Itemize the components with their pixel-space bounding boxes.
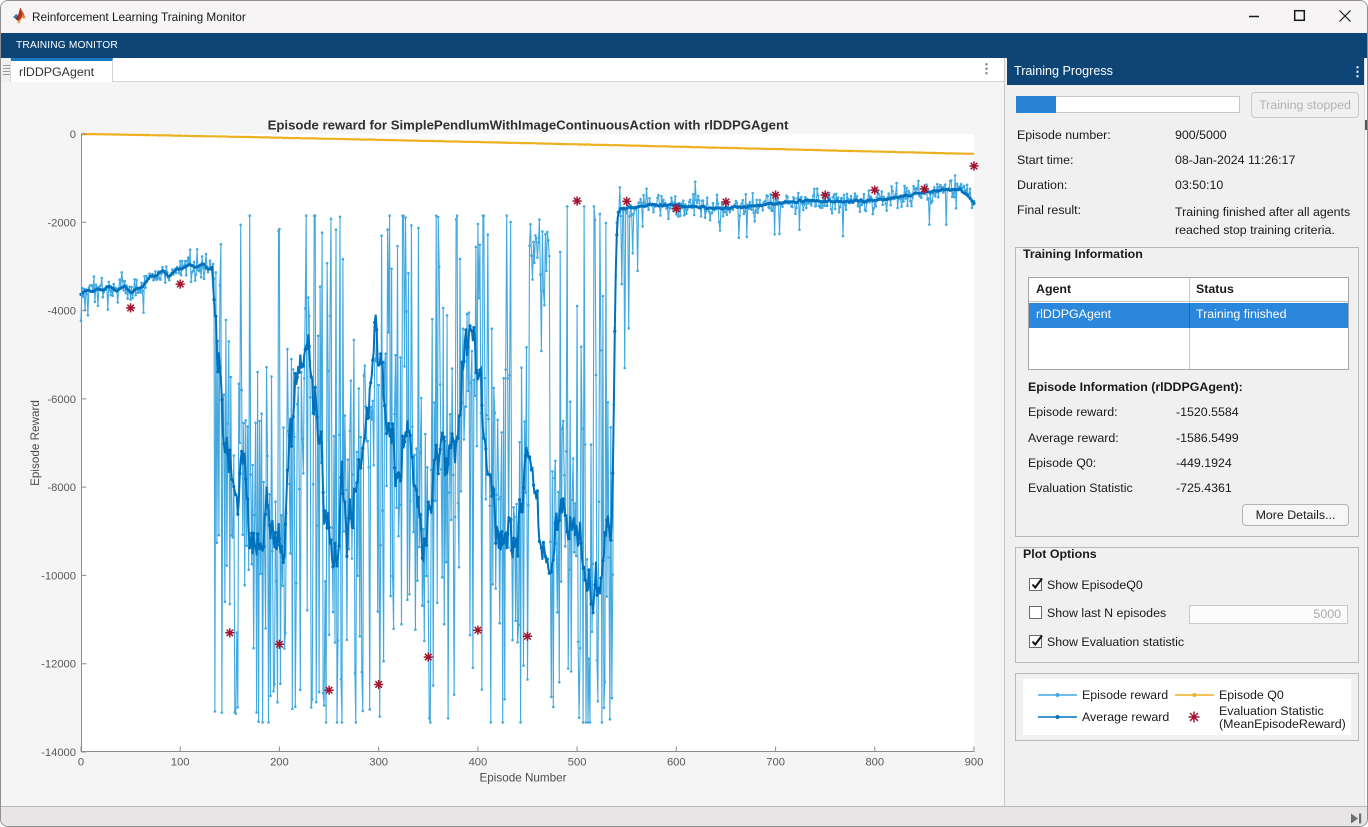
svg-text:(MeanEpisodeReward): (MeanEpisodeReward) bbox=[1219, 717, 1346, 731]
svg-text:900: 900 bbox=[965, 757, 984, 769]
svg-text:Evaluation Statistic: Evaluation Statistic bbox=[1219, 704, 1324, 718]
svg-text:500: 500 bbox=[568, 757, 587, 769]
svg-text:Episode Q0: Episode Q0 bbox=[1219, 688, 1284, 702]
svg-text:-6000: -6000 bbox=[47, 394, 76, 406]
svg-text:600: 600 bbox=[667, 757, 686, 769]
svg-text:700: 700 bbox=[766, 757, 785, 769]
svg-text:300: 300 bbox=[369, 757, 388, 769]
svg-text:Episode reward for SimplePendl: Episode reward for SimplePendlumWithImag… bbox=[268, 118, 789, 133]
svg-text:-4000: -4000 bbox=[47, 306, 76, 318]
svg-text:Episode Reward: Episode Reward bbox=[29, 400, 42, 486]
svg-text:-10000: -10000 bbox=[41, 570, 76, 582]
svg-text:-14000: -14000 bbox=[41, 747, 76, 759]
svg-text:Average reward: Average reward bbox=[1082, 710, 1169, 724]
svg-text:800: 800 bbox=[865, 757, 884, 769]
svg-text:100: 100 bbox=[171, 757, 190, 769]
svg-text:-12000: -12000 bbox=[41, 659, 76, 671]
svg-text:400: 400 bbox=[469, 757, 488, 769]
svg-text:0: 0 bbox=[78, 757, 84, 769]
svg-text:Episode reward: Episode reward bbox=[1082, 688, 1168, 702]
svg-text:Episode Number: Episode Number bbox=[479, 772, 566, 785]
svg-text:-2000: -2000 bbox=[47, 217, 76, 229]
svg-text:-8000: -8000 bbox=[47, 482, 76, 494]
svg-text:200: 200 bbox=[270, 757, 289, 769]
svg-text:0: 0 bbox=[70, 129, 76, 141]
